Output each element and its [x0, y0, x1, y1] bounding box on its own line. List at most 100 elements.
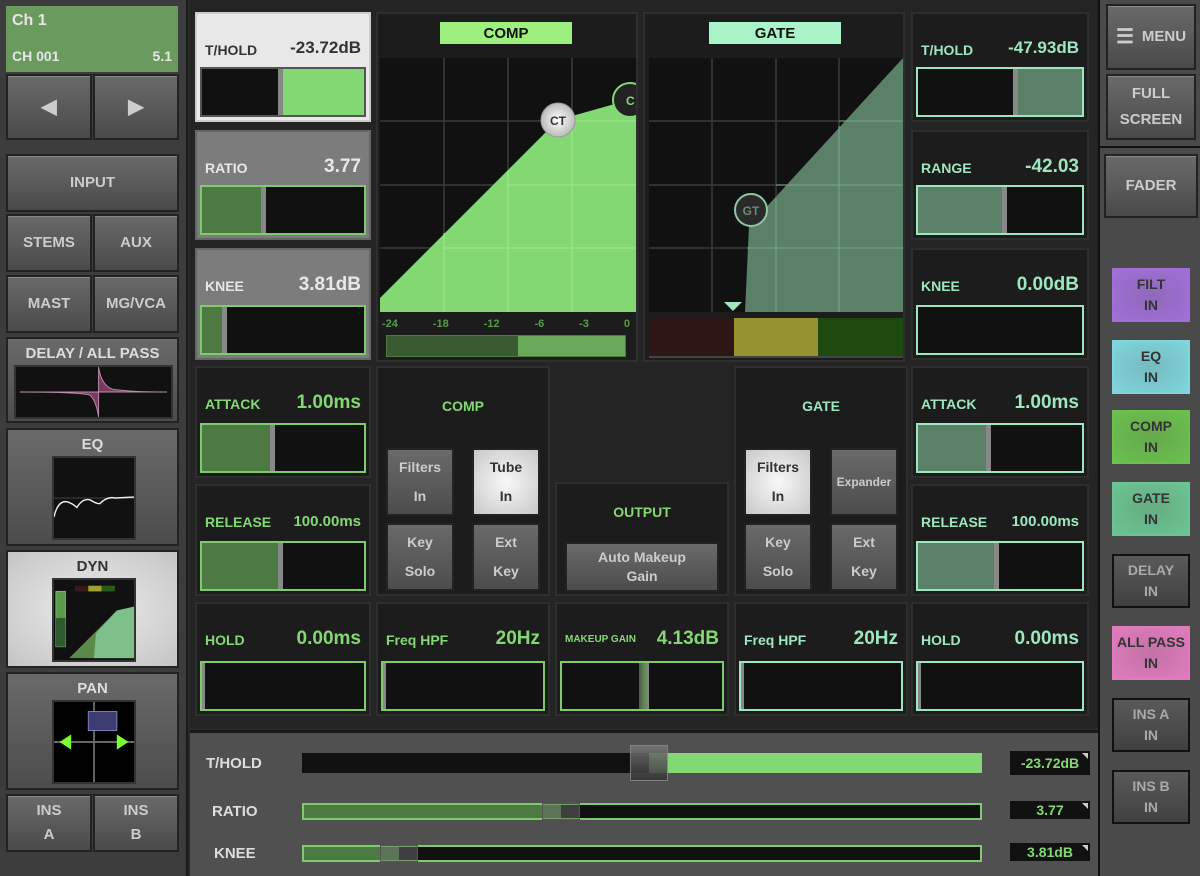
bottom-knee-slider[interactable] — [302, 845, 982, 862]
comp-hold-control[interactable]: HOLD 0.00ms — [195, 602, 371, 716]
gate-key-solo-button[interactable]: Key Solo — [744, 523, 812, 591]
comp-section-label: COMP — [442, 398, 484, 414]
thold-fader-handle[interactable] — [629, 745, 668, 781]
gate-filters-in-button[interactable]: Filters In — [744, 448, 812, 516]
gate-range-control[interactable]: RANGE -42.03 — [911, 130, 1089, 240]
gate-options-panel: GATE Filters In Expander Key Solo Ext Key — [734, 366, 908, 596]
btn-l2: Solo — [762, 563, 794, 579]
eq-in-button[interactable]: EQ IN — [1112, 340, 1190, 394]
comp-ratio-control[interactable]: RATIO 3.77 — [195, 130, 371, 240]
knee-fader-handle[interactable] — [379, 845, 418, 862]
comp-attack-control[interactable]: ATTACK 1.00ms — [195, 366, 371, 478]
mast-button[interactable]: MAST — [6, 275, 92, 333]
gate-transfer-curve[interactable]: GT — [649, 58, 903, 312]
meter-segment-red — [649, 318, 734, 356]
next-channel-button[interactable]: ▶ — [93, 74, 179, 140]
comp-release-control[interactable]: RELEASE 100.00ms — [195, 484, 371, 596]
bottom-thold-value[interactable]: -23.72dB — [1010, 751, 1090, 775]
bottom-thold-slider[interactable] — [302, 745, 982, 781]
comp-thold-control[interactable]: T/HOLD -23.72dB — [195, 12, 371, 122]
comp-release-slider[interactable] — [200, 541, 366, 591]
mgvca-button[interactable]: MG/VCA — [93, 275, 179, 333]
input-button[interactable]: INPUT — [6, 154, 179, 212]
ins-b-in-button[interactable]: INS B IN — [1112, 770, 1190, 824]
bottom-ratio-slider[interactable] — [302, 803, 982, 820]
gate-hold-control[interactable]: HOLD 0.00ms — [911, 602, 1089, 716]
comp-hold-value: 0.00ms — [296, 628, 361, 649]
comp-knee-control[interactable]: KNEE 3.81dB — [195, 248, 371, 360]
comp-knee-slider[interactable] — [200, 305, 366, 355]
gate-knee-slider[interactable] — [916, 305, 1084, 355]
makeup-gain-control[interactable]: MAKEUP GAIN 4.13dB — [555, 602, 729, 716]
gate-expander-button[interactable]: Expander — [830, 448, 898, 516]
auto-makeup-gain-button[interactable]: Auto Makeup Gain — [565, 542, 719, 592]
gate-release-control[interactable]: RELEASE 100.00ms — [911, 484, 1089, 596]
btn-l2: Key — [493, 563, 519, 579]
stems-button[interactable]: STEMS — [6, 214, 92, 272]
comp-key-solo-button[interactable]: Key Solo — [386, 523, 454, 591]
comp-transfer-curve[interactable]: CT C — [380, 58, 636, 312]
ins-a-in-button[interactable]: INS A IN — [1112, 698, 1190, 752]
gate-range-slider[interactable] — [916, 185, 1084, 235]
comp-ratio-slider[interactable] — [200, 185, 366, 235]
bottom-knee-value[interactable]: 3.81dB — [1010, 843, 1090, 861]
pan-panel[interactable]: PAN — [6, 672, 179, 790]
gate-freq-hpf-slider[interactable] — [739, 661, 903, 711]
comp-thold-slider[interactable] — [200, 67, 366, 117]
gate-freq-hpf-control[interactable]: Freq HPF 20Hz — [734, 602, 908, 716]
scale-tick: -18 — [432, 318, 449, 330]
btn-l2: IN — [1144, 583, 1158, 599]
btn-l2: In — [499, 488, 513, 504]
ratio-fader-handle[interactable] — [541, 803, 580, 820]
gate-range-value: -42.03 — [1025, 156, 1079, 177]
comp-graph-panel: COMP CT C -24 -18 -12 -6 -3 0 — [376, 12, 638, 362]
gate-hold-label: HOLD — [921, 632, 961, 648]
gate-thold-slider[interactable] — [916, 67, 1084, 117]
delay-in-button[interactable]: DELAY IN — [1112, 554, 1190, 608]
aux-button[interactable]: AUX — [93, 214, 179, 272]
makeup-gain-slider[interactable] — [560, 661, 724, 711]
comp-freq-hpf-control[interactable]: Freq HPF 20Hz — [376, 602, 550, 716]
gate-attack-control[interactable]: ATTACK 1.00ms — [911, 366, 1089, 478]
comp-ratio-label: RATIO — [205, 160, 248, 176]
gate-thold-control[interactable]: T/HOLD -47.93dB — [911, 12, 1089, 122]
btn-l2: IN — [1144, 511, 1158, 527]
gate-attack-slider[interactable] — [916, 423, 1084, 473]
ins-a-button[interactable]: INS A — [6, 794, 92, 852]
gate-thold-value: -47.93dB — [1008, 38, 1079, 57]
left-sidebar: Ch 1 CH 001 5.1 ◀ ▶ INPUT STEMS AUX MAST … — [0, 0, 188, 876]
filt-in-button[interactable]: FILT IN — [1112, 268, 1190, 322]
btn-l1: Key — [765, 534, 791, 550]
right-sidebar: ☰ MENU FULL SCREEN FADER FILT IN EQ IN COMP IN G… — [1098, 0, 1200, 876]
all-pass-in-button[interactable]: ALL PASS IN — [1112, 626, 1190, 680]
gate-hold-value: 0.00ms — [1014, 628, 1079, 649]
comp-attack-slider[interactable] — [200, 423, 366, 473]
bottom-ratio-value[interactable]: 3.77 — [1010, 801, 1090, 819]
meter-segment-yellow — [733, 318, 819, 356]
full-screen-button[interactable]: FULL SCREEN — [1106, 74, 1196, 140]
gate-hold-slider[interactable] — [916, 661, 1084, 711]
ins-b-button[interactable]: INS B — [93, 794, 179, 852]
comp-freq-hpf-value: 20Hz — [495, 628, 540, 649]
comp-ext-key-button[interactable]: Ext Key — [472, 523, 540, 591]
dyn-panel[interactable]: DYN — [6, 550, 179, 668]
comp-in-button[interactable]: COMP IN — [1112, 410, 1190, 464]
btn-l1: Filters — [398, 459, 441, 475]
gate-release-slider[interactable] — [916, 541, 1084, 591]
comp-tube-in-button[interactable]: Tube In — [472, 448, 540, 516]
comp-hold-slider[interactable] — [200, 661, 366, 711]
channel-format: 5.1 — [152, 48, 172, 64]
comp-filters-in-button[interactable]: Filters In — [386, 448, 454, 516]
comp-freq-hpf-slider[interactable] — [381, 661, 545, 711]
gate-knee-control[interactable]: KNEE 0.00dB — [911, 248, 1089, 360]
output-label: OUTPUT — [613, 504, 671, 520]
fader-button[interactable]: FADER — [1104, 154, 1198, 218]
delay-allpass-panel[interactable]: DELAY / ALL PASS — [6, 337, 179, 423]
prev-channel-button[interactable]: ◀ — [6, 74, 92, 140]
gate-ext-key-button[interactable]: Ext Key — [830, 523, 898, 591]
hamburger-icon: ☰ — [1115, 26, 1134, 48]
menu-button[interactable]: ☰ MENU — [1106, 4, 1196, 70]
eq-panel[interactable]: EQ — [6, 428, 179, 546]
channel-info[interactable]: Ch 1 CH 001 5.1 — [6, 6, 178, 72]
gate-in-button[interactable]: GATE IN — [1112, 482, 1190, 536]
